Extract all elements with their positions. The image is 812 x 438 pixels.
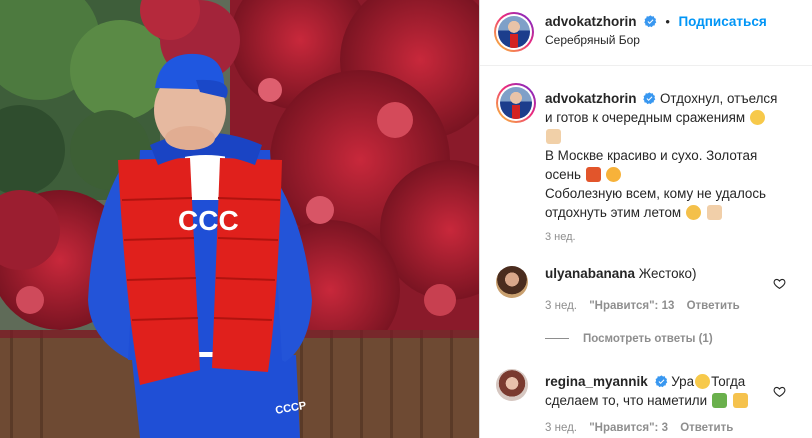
jacket-letters: ССС <box>178 205 239 236</box>
caption-username[interactable]: advokatzhorin <box>545 91 637 106</box>
reply-button[interactable]: Ответить <box>687 300 740 312</box>
comment-body-part-2: Тогда <box>711 374 746 389</box>
smile-emoji-icon <box>749 110 765 125</box>
post-photo[interactable]: ССС СССР <box>0 0 479 438</box>
smile-emoji-icon <box>695 374 711 389</box>
replies-divider <box>545 338 569 340</box>
clapping-hands-emoji-icon <box>732 393 748 408</box>
post-location[interactable]: Серебряный Бор <box>545 33 640 47</box>
commenter-avatar[interactable] <box>496 266 528 298</box>
caption-time[interactable]: 3 нед. <box>545 231 576 243</box>
caption-line-1: Отдохнул, отъелся <box>659 91 778 106</box>
view-replies-button[interactable]: Посмотреть ответы (1) <box>545 333 713 345</box>
comment-likes[interactable]: "Нравится": 13 <box>589 300 674 312</box>
reply-button[interactable]: Ответить <box>680 422 733 434</box>
author-username[interactable]: advokatzhorin <box>545 14 637 29</box>
heart-outline-icon[interactable] <box>773 385 786 398</box>
comment-time[interactable]: 3 нед. <box>545 422 577 434</box>
comment-meta: 3 нед. "Нравится": 13 Ответить <box>545 300 749 312</box>
caption-line-6: отдохнуть этим летом <box>545 205 682 220</box>
caption-line-5: Соболезную всем, кому не удалось <box>545 186 767 201</box>
verified-badge-icon <box>643 92 656 105</box>
view-replies-label: Посмотреть ответы (1) <box>583 333 713 345</box>
autumn-leaf-emoji-icon <box>585 167 601 182</box>
comment-likes[interactable]: "Нравится": 3 <box>589 422 668 434</box>
caption-line-2: и готов к очередным сражениям <box>545 110 746 125</box>
comment-username[interactable]: ulyanabanana <box>545 266 635 281</box>
heart-outline-icon[interactable] <box>773 277 786 290</box>
comment-username[interactable]: regina_myannik <box>545 374 648 389</box>
comment-time[interactable]: 3 нед. <box>545 300 577 312</box>
caption-line-3: В Москве красиво и сухо. Золотая <box>545 148 758 163</box>
commenter-avatar[interactable] <box>496 369 528 401</box>
heart-eyes-emoji-icon <box>606 167 622 182</box>
author-avatar[interactable] <box>494 12 534 52</box>
comment-body: Жестоко) <box>638 266 697 281</box>
comment-body-part-3: сделаем то, что наметили <box>545 393 708 408</box>
post-side-panel: advokatzhorin • Подписаться Серебряный Б… <box>479 0 812 438</box>
victory-hand-emoji-icon <box>546 129 561 144</box>
verified-badge-icon <box>654 375 667 388</box>
comment-text: regina_myannik Ура Тогда сделаем то, что … <box>545 372 755 410</box>
header-separator: • <box>665 14 670 29</box>
photo-scene: ССС СССР <box>0 0 479 438</box>
caption-text: advokatzhorin Отдохнул, отъелся и готов … <box>545 89 780 222</box>
person-emoji-icon <box>711 393 727 408</box>
comment-text: ulyanabanana Жестоко) <box>545 264 755 283</box>
comment-meta: 3 нед. "Нравится": 3 Ответить <box>545 422 742 434</box>
caption-author-avatar[interactable] <box>496 83 536 123</box>
raised-hand-emoji-icon <box>706 205 722 220</box>
verified-badge-icon <box>644 15 657 28</box>
sad-face-emoji-icon <box>685 205 701 220</box>
follow-button[interactable]: Подписаться <box>678 14 766 29</box>
post-header: advokatzhorin • Подписаться Серебряный Б… <box>480 0 812 66</box>
comment-body-part-1: Ура <box>671 374 695 389</box>
caption-line-4: осень <box>545 167 581 182</box>
